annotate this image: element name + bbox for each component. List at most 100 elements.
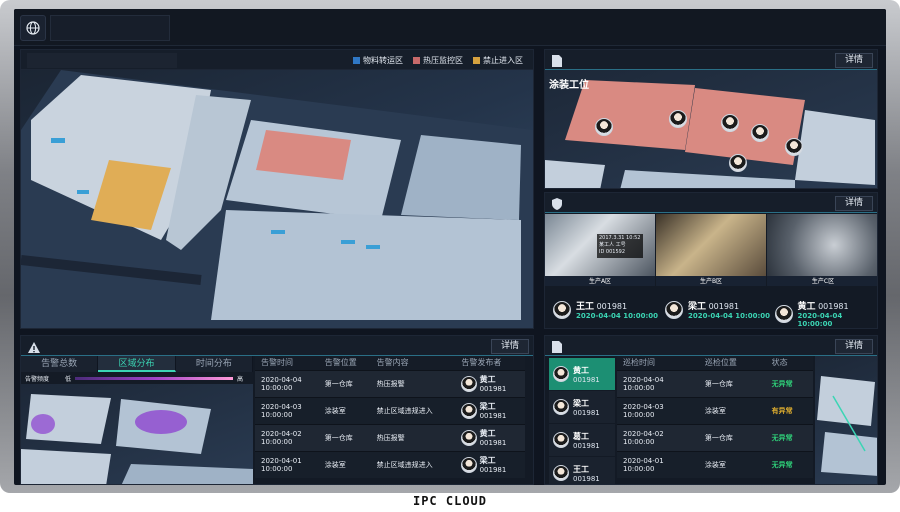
coating-panel-header: 详情	[545, 50, 877, 70]
alarm-time-cell: 2020-04-01 10:00:00	[255, 450, 319, 478]
patrol-date: 2020-04-01	[623, 456, 664, 465]
publisher-name: 梁工	[479, 456, 496, 466]
table-row[interactable]: 2020-04-03 10:00:00 涂装室 禁止区域违规进入 梁工 001981	[255, 396, 525, 424]
alarm-location: 涂装室	[318, 396, 371, 424]
patrol-clock: 10:00:00	[623, 410, 655, 419]
table-header-row: 告警时间 告警位置 告警内容 告警发布者	[255, 356, 525, 370]
tab-alarm-total[interactable]: 告警总数	[21, 356, 99, 372]
worker-card[interactable]: 梁工 001981 2020-04-04 10:00:00	[665, 299, 770, 320]
scale-title: 告警频度	[25, 376, 50, 383]
camera-feed-a[interactable]: 2017.3.31 10:52 某工人 工号 ID 001592	[545, 214, 655, 276]
patrol-mini-map[interactable]	[815, 356, 877, 484]
alarm-location: 第一仓库	[318, 423, 371, 451]
alarm-location: 涂装室	[318, 450, 371, 478]
patrol-detail-button[interactable]: 详情	[835, 339, 873, 354]
coating-title: 涂装工位	[549, 80, 589, 91]
column-header: 告警发布者	[455, 356, 525, 370]
camera-overlay: 2017.3.31 10:52 某工人 工号 ID 001592	[597, 234, 643, 258]
publisher-id: 001981	[479, 385, 507, 393]
production-detail-button[interactable]: 详情	[835, 196, 873, 211]
alarm-panel-header: 详情	[21, 336, 533, 356]
patrol-clock: 10:00:00	[623, 437, 655, 446]
tab-time-distribution[interactable]: 时间分布	[175, 356, 253, 372]
alarm-heatmap[interactable]	[21, 384, 253, 484]
publisher-avatar	[461, 456, 478, 473]
table-row[interactable]: 2020-04-03 10:00:00 涂装室 有异常	[617, 396, 813, 424]
list-item[interactable]: 王工 001981	[549, 457, 615, 484]
publisher-avatar	[461, 402, 478, 419]
publisher-name: 梁工	[479, 402, 496, 411]
legend-swatch	[413, 57, 420, 64]
table-row[interactable]: 2020-04-04 10:00:00 第一仓库 无异常	[617, 369, 813, 397]
patrol-date: 2020-04-02	[623, 429, 664, 438]
worker-name: 黄工	[797, 302, 816, 312]
factory-3d-map[interactable]	[21, 70, 533, 328]
table-row[interactable]: 2020-04-04 10:00:00 第一仓库 热压报警 黄工 001981	[255, 369, 525, 397]
worker-name: 梁工	[688, 302, 707, 312]
scale-gradient-bar	[75, 377, 233, 380]
publisher-id: 001981	[479, 439, 507, 447]
list-item[interactable]: 梁工 001981	[549, 391, 615, 423]
camera-feed-c[interactable]	[767, 214, 877, 276]
worker-avatar	[553, 300, 571, 319]
alarm-publisher: 梁工 001981	[455, 396, 525, 424]
alarm-detail-button[interactable]: 详情	[491, 339, 529, 354]
brand-logo: IPC CLOUD	[412, 494, 488, 508]
worker-avatar[interactable]	[751, 124, 769, 142]
alarm-date: 2020-04-03	[261, 402, 302, 411]
worker-avatar[interactable]	[595, 118, 613, 136]
alarm-content: 禁止区域违规进入	[370, 396, 456, 424]
publisher-name: 黄工	[479, 429, 496, 438]
publisher-id: 001981	[479, 466, 507, 475]
scale-low-label: 低	[65, 376, 72, 383]
column-header: 巡检位置	[698, 356, 766, 370]
legend-item-transport: 物料转运区	[353, 55, 403, 66]
worker-avatar[interactable]	[785, 138, 803, 156]
alarm-time-cell: 2020-04-04 10:00:00	[255, 369, 319, 397]
worker-avatar[interactable]	[721, 114, 739, 132]
coating-map[interactable]: 涂装工位	[545, 70, 877, 188]
patrol-location: 第一仓库	[698, 423, 766, 451]
alarm-date: 2020-04-04	[261, 375, 302, 384]
column-header: 告警时间	[255, 356, 319, 370]
column-header: 告警位置	[318, 356, 371, 370]
alarm-date: 2020-04-01	[261, 456, 302, 465]
patrol-person-list: 黄工 001981 梁工 001981 葛工 001981 王工 001981	[549, 358, 615, 484]
person-avatar	[553, 432, 569, 448]
table-row[interactable]: 2020-04-02 10:00:00 第一仓库 无异常	[617, 423, 813, 451]
tab-area-distribution[interactable]: 区域分布	[98, 356, 176, 372]
list-item[interactable]: 葛工 001981	[549, 424, 615, 456]
camera-label-b: 生产B区	[656, 276, 766, 286]
document-icon	[551, 53, 565, 67]
legend-label: 热压监控区	[423, 56, 463, 65]
overlay-date: 2017.3.31 10:52	[599, 235, 641, 241]
person-name: 葛工	[573, 431, 589, 441]
worker-date: 2020-04-04 10:00:00	[576, 312, 659, 320]
globe-icon[interactable]	[20, 15, 46, 41]
worker-avatar[interactable]	[669, 110, 687, 128]
patrol-panel: 详情 黄工 001981 梁工 001981 葛工 001981 王工 001981 巡…	[544, 335, 878, 485]
column-header: 告警内容	[370, 356, 456, 370]
person-name: 梁工	[573, 398, 589, 408]
top-bar	[14, 9, 886, 46]
patrol-location: 涂装室	[698, 450, 766, 478]
map-legend: 物料转运区 热压监控区 禁止进入区	[353, 55, 523, 66]
column-header: 状态	[765, 356, 813, 370]
worker-card[interactable]: 王工 001981 2020-04-04 10:00:00	[553, 299, 658, 320]
table-row[interactable]: 2020-04-02 10:00:00 第一仓库 热压报警 黄工 001981	[255, 423, 525, 451]
alarm-frequency-scale: 告警频度 低 高	[21, 372, 253, 384]
status-badge: 有异常	[765, 396, 813, 424]
list-item[interactable]: 黄工 001981	[549, 358, 615, 390]
legend-swatch	[353, 57, 360, 64]
coating-detail-button[interactable]: 详情	[835, 53, 873, 68]
worker-id: 001981	[708, 302, 740, 311]
camera-feed-b[interactable]	[656, 214, 766, 276]
title-placeholder	[50, 15, 170, 41]
table-row[interactable]: 2020-04-01 10:00:00 涂装室 禁止区域违规进入 梁工 001981	[255, 450, 525, 478]
table-row[interactable]: 2020-04-01 10:00:00 涂装室 无异常	[617, 450, 813, 478]
person-avatar	[553, 366, 569, 382]
worker-card[interactable]: 黄工 001981 2020-04-04 10:00:00	[775, 299, 877, 328]
worker-avatar[interactable]	[729, 154, 747, 172]
status-badge: 无异常	[765, 369, 813, 397]
alarm-content: 热压报警	[370, 423, 456, 451]
